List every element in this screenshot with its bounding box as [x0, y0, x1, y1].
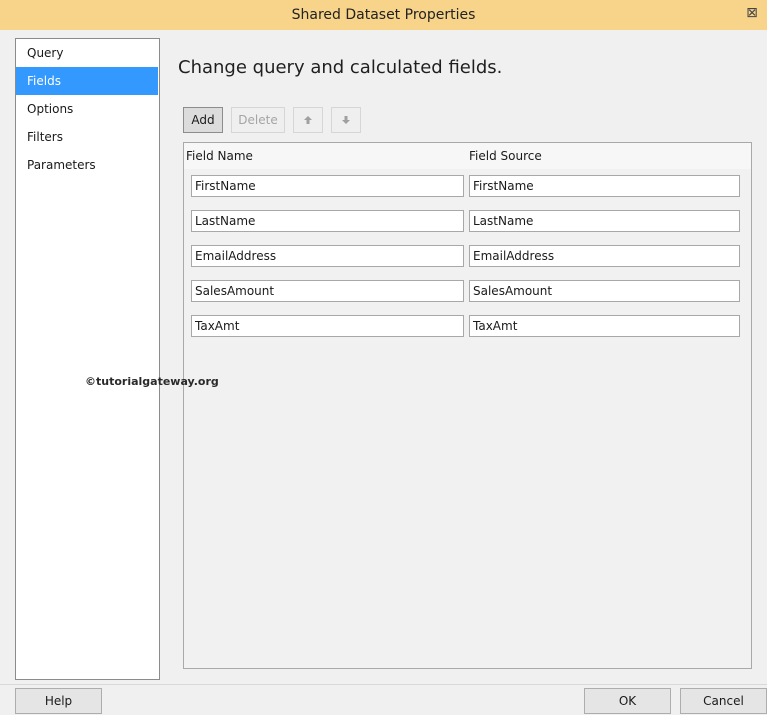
- add-button[interactable]: Add: [183, 107, 223, 133]
- field-name-input[interactable]: TaxAmt: [191, 315, 464, 337]
- sidebar-item-filters[interactable]: Filters: [16, 123, 158, 151]
- watermark-text: ©tutorialgateway.org: [85, 375, 219, 388]
- fields-grid: Field Name Field Source FirstName FirstN…: [183, 142, 752, 669]
- field-source-input[interactable]: LastName: [469, 210, 740, 232]
- field-name-input[interactable]: SalesAmount: [191, 280, 464, 302]
- arrow-down-icon: [342, 116, 350, 124]
- move-down-button[interactable]: [331, 107, 361, 133]
- footer-divider: [0, 684, 767, 685]
- field-name-input[interactable]: FirstName: [191, 175, 464, 197]
- sidebar-item-fields[interactable]: Fields: [16, 67, 158, 95]
- field-name-input[interactable]: EmailAddress: [191, 245, 464, 267]
- column-header-field-name: Field Name: [186, 149, 253, 163]
- column-header-field-source: Field Source: [469, 149, 542, 163]
- sidebar-nav: Query Fields Options Filters Parameters: [15, 38, 160, 680]
- field-source-input[interactable]: EmailAddress: [469, 245, 740, 267]
- help-button[interactable]: Help: [15, 688, 102, 714]
- arrow-up-icon: [304, 116, 312, 124]
- field-name-input[interactable]: LastName: [191, 210, 464, 232]
- delete-button[interactable]: Delete: [231, 107, 285, 133]
- field-source-input[interactable]: TaxAmt: [469, 315, 740, 337]
- grid-header: [184, 143, 751, 169]
- window-title: Shared Dataset Properties: [291, 7, 476, 23]
- move-up-button[interactable]: [293, 107, 323, 133]
- sidebar-item-query[interactable]: Query: [16, 39, 158, 67]
- sidebar-item-parameters[interactable]: Parameters: [16, 151, 158, 179]
- field-source-input[interactable]: FirstName: [469, 175, 740, 197]
- cancel-button[interactable]: Cancel: [680, 688, 767, 714]
- close-icon[interactable]: ⊠: [743, 4, 761, 22]
- page-title: Change query and calculated fields.: [178, 57, 503, 78]
- title-bar: Shared Dataset Properties ⊠: [0, 0, 767, 30]
- ok-button[interactable]: OK: [584, 688, 671, 714]
- sidebar-item-options[interactable]: Options: [16, 95, 158, 123]
- field-source-input[interactable]: SalesAmount: [469, 280, 740, 302]
